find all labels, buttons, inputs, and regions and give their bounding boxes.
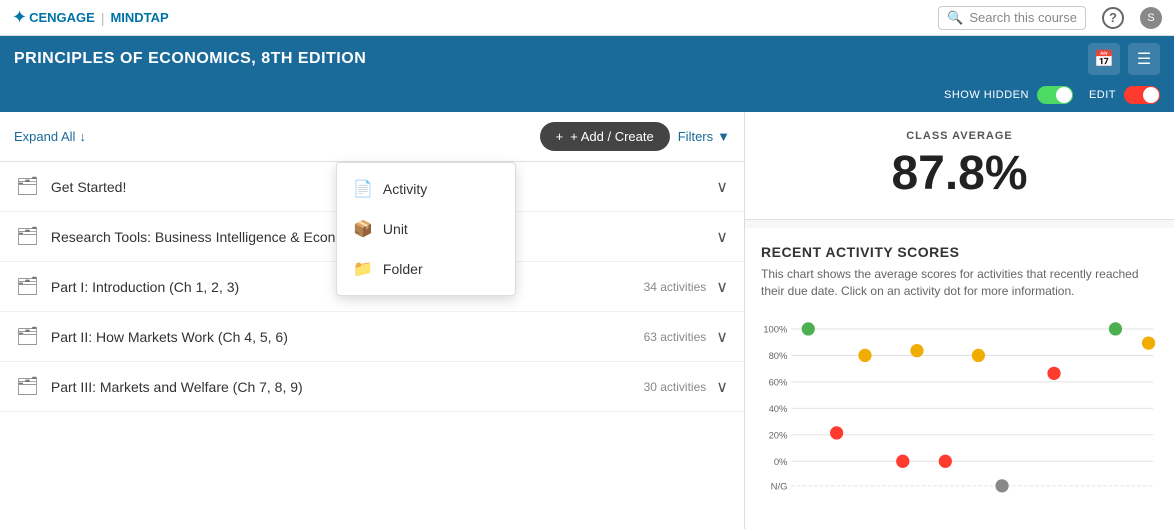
edit-toggle[interactable]	[1124, 86, 1160, 104]
dot-5[interactable]	[972, 348, 985, 361]
dot-ng[interactable]	[995, 479, 1008, 492]
add-icon: +	[556, 129, 564, 144]
course-item-part3[interactable]: 🗂 Part III: Markets and Welfare (Ch 7, 8…	[0, 362, 744, 412]
brand-logo: ✦ CENGAGE | MINDTAP	[12, 7, 169, 28]
folder-label: Folder	[383, 261, 423, 277]
item-title-part2: Part II: How Markets Work (Ch 4, 5, 6)	[51, 329, 644, 345]
y-label-40: 40%	[769, 404, 788, 415]
right-panel: CLASS AVERAGE 87.8% RECENT ACTIVITY SCOR…	[744, 112, 1174, 529]
search-area[interactable]: 🔍 Search this course	[938, 6, 1086, 30]
dot-7[interactable]	[1047, 366, 1060, 379]
sub-header: SHOW HIDDEN EDIT	[0, 82, 1174, 112]
chevron-part2: ∨	[716, 327, 728, 347]
search-placeholder-text: Search this course	[969, 10, 1077, 25]
folder-icon-get-started: 🗂	[16, 176, 39, 197]
dot-9[interactable]	[896, 454, 909, 467]
activities-count-part3: 30 activities	[644, 380, 707, 394]
course-title: PRINCIPLES OF ECONOMICS, 8TH EDITION	[14, 50, 366, 68]
item-title-part3: Part III: Markets and Welfare (Ch 7, 8, …	[51, 379, 644, 395]
folder-icon-part2: 🗂	[16, 326, 39, 347]
show-hidden-toggle[interactable]	[1037, 86, 1073, 104]
dot-10[interactable]	[939, 454, 952, 467]
activity-scores-card: RECENT ACTIVITY SCORES This chart shows …	[745, 228, 1174, 529]
chevron-part3: ∨	[716, 377, 728, 397]
activities-count-part1: 34 activities	[644, 280, 707, 294]
y-label-100: 100%	[763, 324, 788, 335]
y-label-ng: N/G	[771, 481, 788, 492]
add-create-button[interactable]: + + Add / Create	[540, 122, 670, 151]
filter-icon: ▼	[717, 129, 730, 144]
left-panel: Expand All ↓ + + Add / Create Filters ▼ …	[0, 112, 744, 529]
y-label-80: 80%	[769, 351, 788, 362]
course-header: PRINCIPLES OF ECONOMICS, 8TH EDITION 📅 ☰	[0, 36, 1174, 82]
show-hidden-label: SHOW HIDDEN	[944, 89, 1029, 101]
chevron-part1: ∨	[716, 277, 728, 297]
class-average-value: 87.8%	[763, 146, 1156, 201]
expand-all-arrow-icon: ↓	[79, 129, 86, 144]
edit-toggle-row: EDIT	[1089, 86, 1160, 104]
dot-8[interactable]	[830, 426, 843, 439]
main-content: Expand All ↓ + + Add / Create Filters ▼ …	[0, 112, 1174, 529]
folder-icon-part3: 🗂	[16, 376, 39, 397]
add-create-dropdown: 📄 Activity 📦 Unit 📁 Folder	[336, 162, 516, 296]
dot-2[interactable]	[1109, 322, 1122, 335]
class-average-card: CLASS AVERAGE 87.8%	[745, 112, 1174, 220]
expand-all-label: Expand All	[14, 129, 75, 144]
brand-separator: |	[101, 10, 105, 26]
scores-description: This chart shows the average scores for …	[761, 266, 1158, 300]
dropdown-item-folder[interactable]: 📁 Folder	[337, 249, 515, 289]
menu-icon-button[interactable]: ☰	[1128, 43, 1160, 75]
help-icon[interactable]: ?	[1102, 7, 1124, 29]
dot-1[interactable]	[802, 322, 815, 335]
top-nav: ✦ CENGAGE | MINDTAP 🔍 Search this course…	[0, 0, 1174, 36]
expand-all-button[interactable]: Expand All ↓	[14, 129, 86, 144]
mindtap-label: MINDTAP	[110, 10, 168, 25]
activity-icon: 📄	[353, 179, 373, 199]
y-label-20: 20%	[769, 430, 788, 441]
y-label-60: 60%	[769, 377, 788, 388]
top-nav-right: 🔍 Search this course ? S	[938, 6, 1162, 30]
filters-button[interactable]: Filters ▼	[678, 129, 730, 144]
show-hidden-toggle-row: SHOW HIDDEN	[944, 86, 1073, 104]
dropdown-item-unit[interactable]: 📦 Unit	[337, 209, 515, 249]
add-create-label: + Add / Create	[570, 129, 653, 144]
dropdown-item-activity[interactable]: 📄 Activity	[337, 169, 515, 209]
edit-label: EDIT	[1089, 89, 1116, 101]
course-header-icons: 📅 ☰	[1088, 43, 1160, 75]
chevron-research-tools: ∨	[716, 227, 728, 247]
dot-6[interactable]	[1142, 336, 1155, 349]
calendar-icon-button[interactable]: 📅	[1088, 43, 1120, 75]
user-avatar[interactable]: S	[1140, 7, 1162, 29]
course-item-part2[interactable]: 🗂 Part II: How Markets Work (Ch 4, 5, 6)…	[0, 312, 744, 362]
unit-icon: 📦	[353, 219, 373, 239]
search-icon: 🔍	[947, 10, 963, 26]
scores-title: RECENT ACTIVITY SCORES	[761, 244, 1158, 260]
folder-icon: 📁	[353, 259, 373, 279]
unit-label: Unit	[383, 221, 408, 237]
chevron-get-started: ∨	[716, 177, 728, 197]
toolbar: Expand All ↓ + + Add / Create Filters ▼	[0, 112, 744, 162]
activities-count-part2: 63 activities	[644, 330, 707, 344]
toolbar-right: + + Add / Create Filters ▼	[540, 122, 730, 151]
dot-4[interactable]	[910, 344, 923, 357]
cengage-label: CENGAGE	[29, 10, 95, 25]
activity-label: Activity	[383, 181, 427, 197]
cengage-star-icon: ✦	[12, 7, 27, 28]
class-average-label: CLASS AVERAGE	[763, 130, 1156, 142]
chart-svg: 100% 80% 60% 40% 20% 0% N/G	[761, 314, 1158, 514]
dot-3[interactable]	[858, 348, 871, 361]
folder-icon-research-tools: 🗂	[16, 226, 39, 247]
activity-scores-chart: 100% 80% 60% 40% 20% 0% N/G	[761, 314, 1158, 517]
y-label-0: 0%	[774, 457, 788, 468]
filters-label: Filters	[678, 129, 713, 144]
folder-icon-part1: 🗂	[16, 276, 39, 297]
